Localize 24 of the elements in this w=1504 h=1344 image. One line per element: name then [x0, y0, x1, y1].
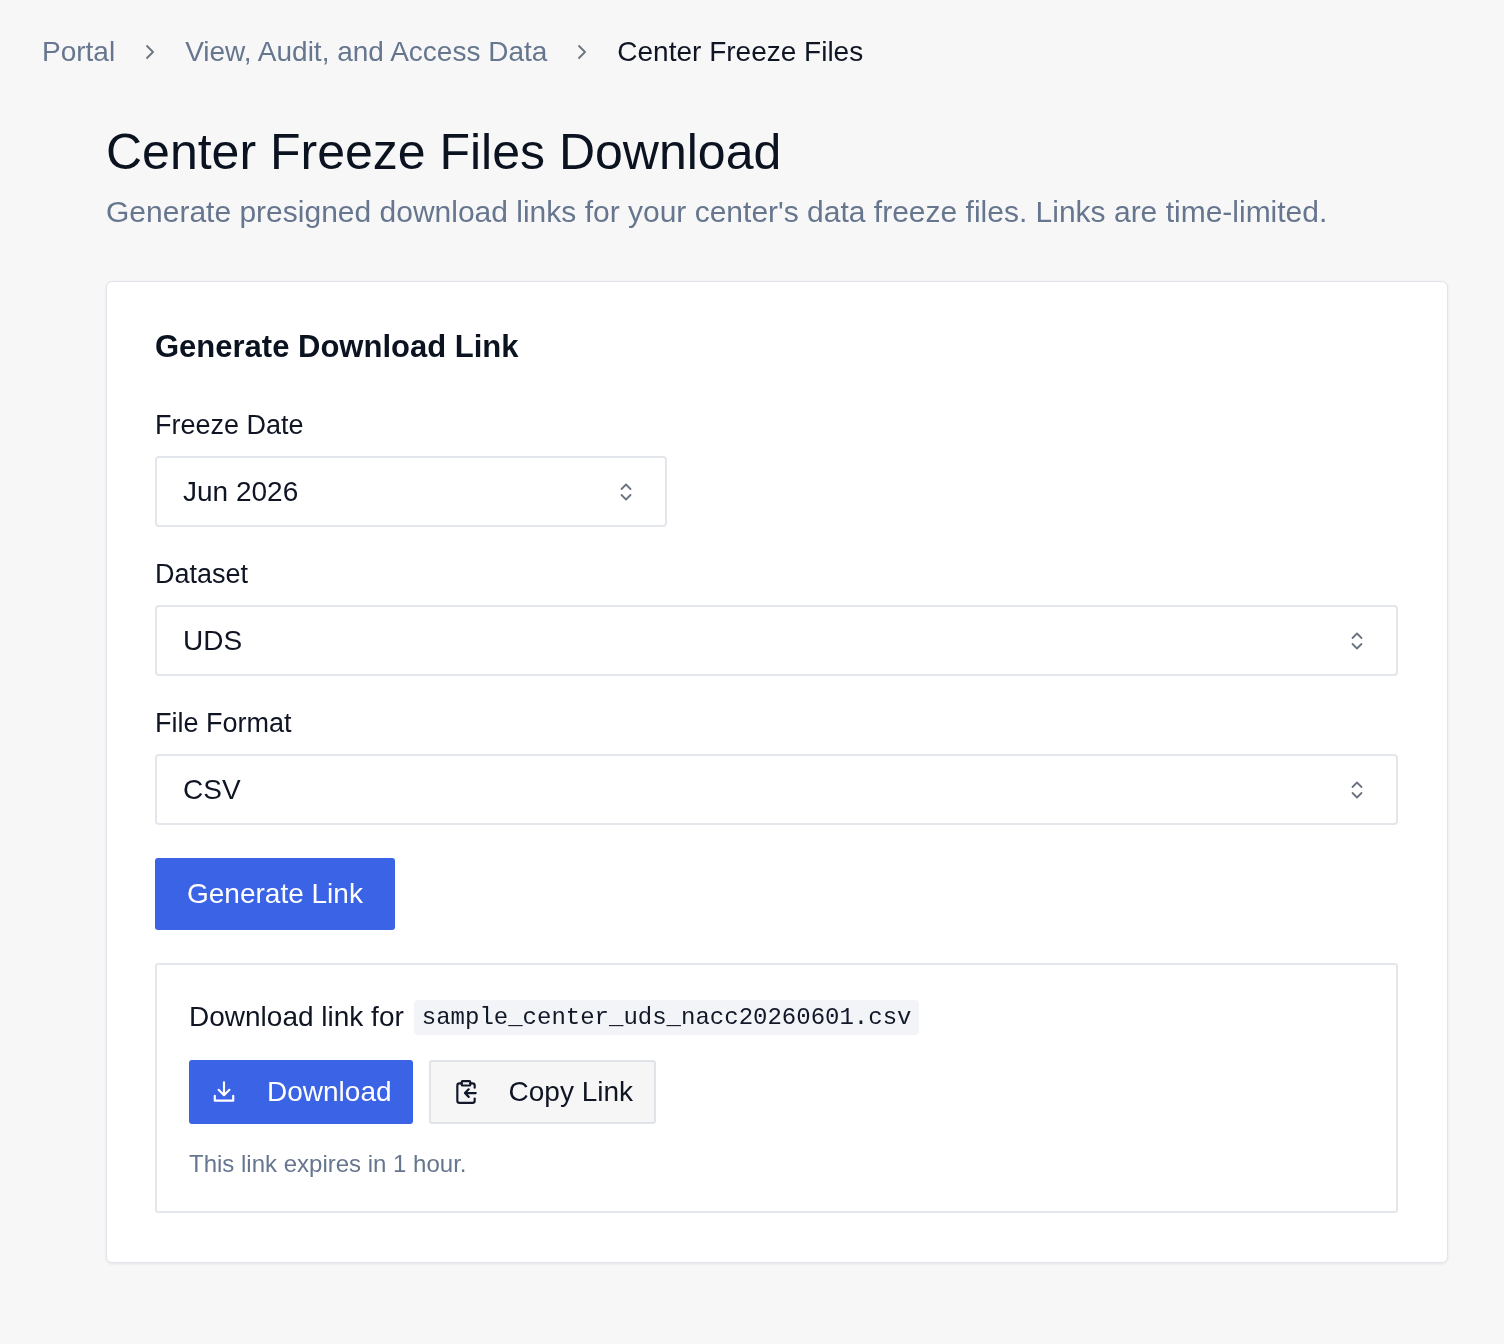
download-icon: [211, 1079, 237, 1105]
expiry-note: This link expires in 1 hour.: [189, 1149, 467, 1179]
chevron-right-icon: [577, 44, 588, 60]
generate-link-button[interactable]: Generate Link: [155, 858, 395, 930]
breadcrumb-current: Center Freeze Files: [617, 35, 864, 69]
field-label: Dataset: [155, 558, 249, 591]
chevron-up-down-icon: [620, 481, 632, 502]
chevron-up-down-icon: [1351, 630, 1363, 651]
page-title: Center Freeze Files Download: [106, 123, 782, 182]
select-field[interactable]: UDS: [155, 605, 1398, 676]
breadcrumb-link[interactable]: View, Audit, and Access Data: [185, 34, 548, 70]
field-label: File Format: [155, 707, 292, 740]
copy-link-button[interactable]: Copy Link: [428, 1060, 657, 1124]
chevron-right-icon: [145, 44, 156, 60]
download-button[interactable]: Download: [189, 1060, 413, 1124]
page-subtitle: Generate presigned download links for your center's data freeze files. Links are time-limited.: [106, 194, 1328, 230]
select-field[interactable]: Jun 2026: [155, 456, 667, 527]
filename-code: sample_center_uds_nacc20260601.csv: [413, 999, 920, 1035]
select-field[interactable]: CSV: [155, 754, 1398, 825]
card-title: Generate Download Link: [155, 328, 519, 366]
chevron-up-down-icon: [1351, 779, 1363, 800]
field-label: Freeze Date: [155, 409, 304, 442]
download-link-label: Download link for: [189, 1001, 404, 1033]
breadcrumb-link[interactable]: Portal: [42, 34, 116, 70]
